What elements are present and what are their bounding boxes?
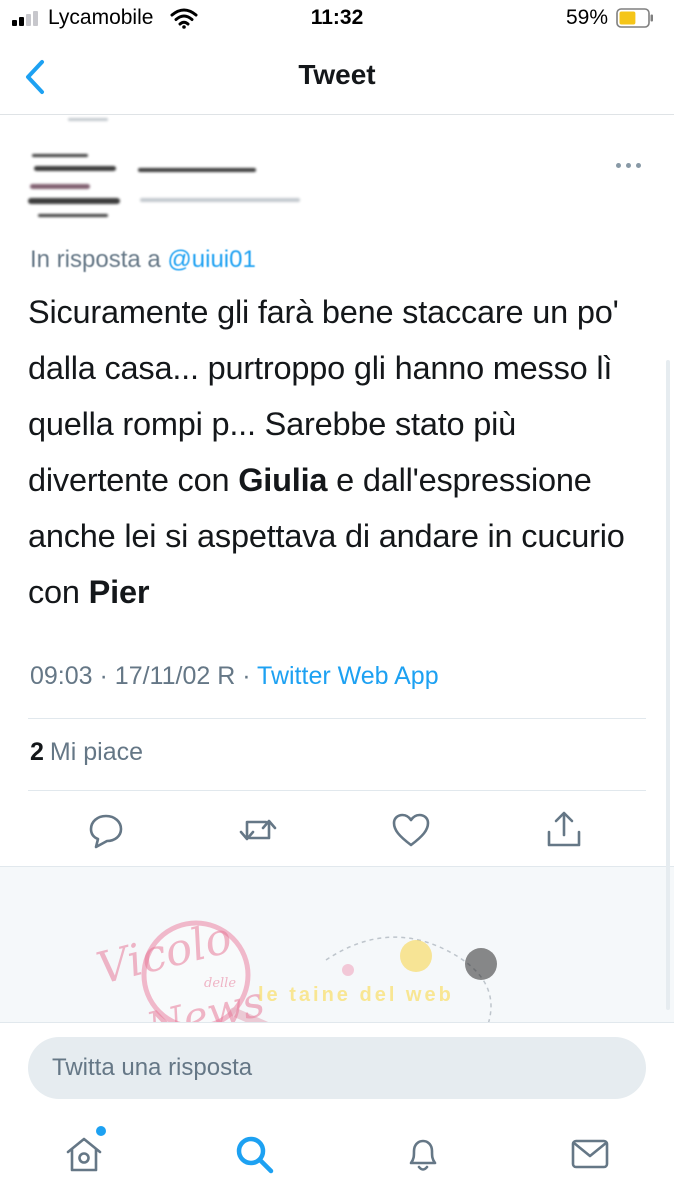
tweet-text-bold-2: Pier [88, 574, 150, 610]
reply-to-handle[interactable]: @uiui01 [167, 246, 255, 272]
tweet-time: 09:03 [30, 662, 93, 690]
reply-composer [0, 1022, 674, 1113]
tweet-text: Sicuramente gli farà bene staccare un po… [28, 284, 648, 620]
home-icon [66, 1137, 102, 1172]
page-title: Tweet [298, 59, 376, 90]
retweet-button[interactable] [236, 808, 280, 852]
tab-bar [0, 1112, 674, 1200]
like-button[interactable] [389, 808, 433, 852]
notifications-icon [409, 1139, 437, 1171]
divider [28, 718, 646, 719]
scrollbar[interactable] [666, 360, 670, 1010]
tweet-text-bold-1: Giulia [238, 462, 328, 498]
share-button[interactable] [542, 808, 586, 852]
likes-summary[interactable]: 2 Mi piace [30, 738, 143, 767]
tab-notifications[interactable] [401, 1132, 445, 1176]
more-options-icon[interactable] [614, 158, 644, 174]
likes-count: 2 [30, 738, 44, 766]
comment-icon [89, 814, 123, 849]
search-icon [236, 1136, 274, 1174]
reply-input[interactable] [28, 1037, 646, 1099]
tab-search[interactable] [232, 1132, 276, 1176]
status-bar: Lycamobile 11:32 59% [0, 0, 674, 40]
heart-icon [392, 813, 430, 847]
tweet-date: 17/11/02 R [114, 662, 236, 690]
tab-messages[interactable] [568, 1132, 612, 1176]
meta-separator: · [242, 662, 251, 690]
battery-icon [616, 8, 653, 28]
retweet-icon [239, 819, 277, 841]
divider [28, 790, 646, 791]
messages-icon [571, 1139, 609, 1169]
share-icon [547, 811, 581, 847]
meta-separator: · [99, 662, 108, 690]
author-info-redacted[interactable] [28, 118, 328, 220]
nav-bar: Tweet [0, 42, 674, 115]
tweet-meta: 09:03 · 17/11/02 R · Twitter Web App [30, 662, 439, 691]
reply-to-label: In risposta a @uiui01 [30, 238, 430, 272]
reply-button[interactable] [84, 808, 128, 852]
battery-percent: 59% [566, 6, 609, 29]
new-content-dot [96, 1126, 106, 1136]
likes-label: Mi piace [49, 738, 143, 766]
empty-replies-area [0, 866, 674, 1023]
tweet-actions [0, 808, 674, 852]
tab-home[interactable] [62, 1132, 106, 1176]
tweet-source-link[interactable]: Twitter Web App [257, 662, 439, 690]
reply-to-prefix: In risposta a [30, 246, 161, 272]
